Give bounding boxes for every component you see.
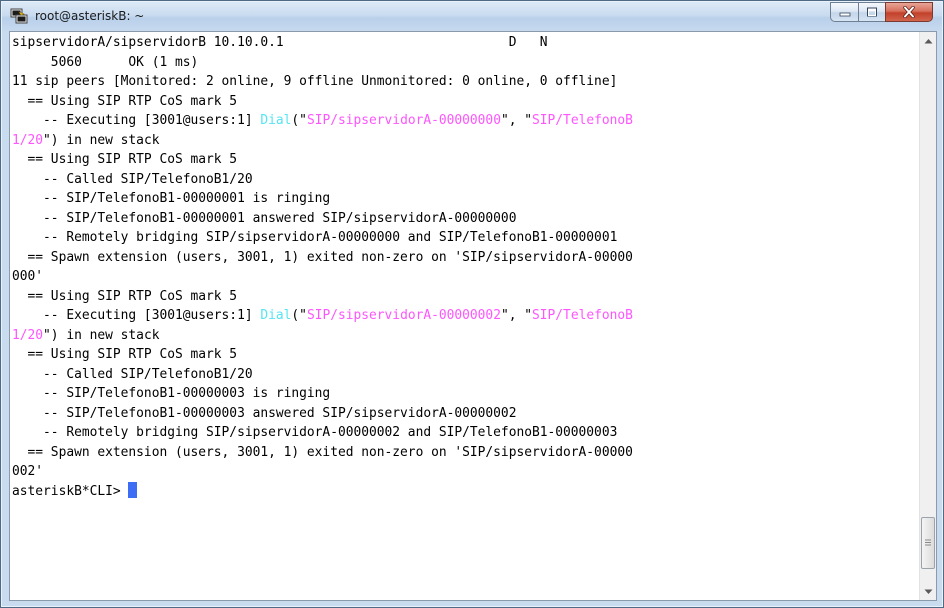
terminal-text: == Using SIP RTP CoS mark 5 [12, 347, 238, 362]
terminal-text: sipservidorA/sipservidorB 10.10.0.1 D N [12, 35, 548, 50]
cli-prompt: asteriskB*CLI> [12, 483, 129, 499]
scroll-down-button[interactable] [920, 583, 936, 600]
terminal-text: 002' [12, 464, 44, 479]
dial-argument: 1/20 [12, 327, 44, 343]
terminal-output[interactable]: sipservidorA/sipservidorB 10.10.0.1 D N … [12, 33, 919, 599]
terminal-text: == Using SIP RTP CoS mark 5 [12, 288, 238, 304]
terminal-line: -- SIP/TelefonoB1-00000001 is ringing [12, 189, 919, 209]
maximize-button[interactable] [858, 2, 885, 22]
dial-application-name: Dial [260, 113, 292, 128]
terminal-line: 000' [12, 267, 919, 287]
minimize-icon [839, 12, 850, 17]
scroll-up-arrow-icon [924, 38, 932, 43]
terminal-line: == Spawn extension (users, 3001, 1) exit… [12, 443, 919, 463]
terminal-line: 1/20") in new stack [12, 131, 919, 151]
terminal-text: -- Remotely bridging SIP/sipservidorA-00… [12, 425, 618, 440]
terminal-line: -- SIP/TelefonoB1-00000001 answered SIP/… [12, 209, 919, 229]
vertical-scrollbar[interactable] [919, 32, 936, 600]
terminal-text: == Spawn extension (users, 3001, 1) exit… [12, 249, 633, 265]
terminal-text: -- Executing [3001@users:1] [12, 113, 261, 128]
dial-argument: SIP/TelefonoB [532, 308, 633, 323]
terminal-line: -- Executing [3001@users:1] Dial("SIP/si… [12, 306, 919, 326]
terminal-text: -- SIP/TelefonoB1-00000003 is ringing [12, 386, 331, 401]
terminal-text: -- SIP/TelefonoB1-00000001 is ringing [12, 191, 331, 206]
terminal-text: ") in new stack [43, 132, 160, 148]
terminal-line: 11 sip peers [Monitored: 2 online, 9 off… [12, 72, 919, 92]
terminal-text: == Using SIP RTP CoS mark 5 [12, 152, 238, 167]
text-cursor [128, 481, 138, 498]
terminal-line: -- SIP/TelefonoB1-00000003 is ringing [12, 384, 919, 404]
terminal-text: -- SIP/TelefonoB1-00000003 answered SIP/… [12, 405, 517, 421]
terminal-line: == Using SIP RTP CoS mark 5 [12, 345, 919, 365]
dial-argument: 1/20 [12, 132, 44, 148]
terminal-text: 11 sip peers [Monitored: 2 online, 9 off… [12, 74, 618, 89]
window-title: root@asteriskB: ~ [35, 9, 145, 23]
terminal-line: == Using SIP RTP CoS mark 5 [12, 92, 919, 112]
grip-icon [925, 539, 931, 546]
terminal-text: == Spawn extension (users, 3001, 1) exit… [12, 444, 633, 460]
terminal-text: == Using SIP RTP CoS mark 5 [12, 93, 238, 109]
minimize-button[interactable] [830, 2, 858, 22]
terminal-text: -- SIP/TelefonoB1-00000001 answered SIP/… [12, 210, 517, 226]
dial-argument: SIP/sipservidorA-00000002 [306, 308, 501, 323]
terminal-line: 5060 OK (1 ms) [12, 53, 919, 73]
terminal-line: -- Executing [3001@users:1] Dial("SIP/si… [12, 111, 919, 131]
terminal-line: == Using SIP RTP CoS mark 5 [12, 287, 919, 307]
dial-argument: SIP/TelefonoB [532, 113, 633, 128]
terminal-line: == Using SIP RTP CoS mark 5 [12, 150, 919, 170]
scroll-down-arrow-icon [924, 589, 932, 594]
terminal-line: 002' [12, 462, 919, 482]
terminal-text: ") in new stack [43, 327, 160, 343]
terminal-line: -- Remotely bridging SIP/sipservidorA-00… [12, 228, 919, 248]
terminal-text: -- Called SIP/TelefonoB1/20 [12, 171, 253, 187]
dial-application-name: Dial [260, 308, 292, 323]
terminal-window: root@asteriskB: ~ sipservidorA/sipservid… [0, 0, 944, 608]
scrollbar-thumb[interactable] [921, 516, 935, 569]
terminal-text: ", " [500, 308, 533, 323]
cli-prompt-line[interactable]: asteriskB*CLI> [12, 481, 919, 502]
terminal-text: ", " [500, 113, 533, 128]
terminal-text: 5060 OK (1 ms) [12, 54, 199, 70]
scroll-up-button[interactable] [920, 32, 936, 49]
terminal-text: -- Executing [3001@users:1] [12, 308, 261, 323]
terminal-text: -- Called SIP/TelefonoB1/20 [12, 366, 253, 382]
terminal-text: (" [291, 113, 307, 128]
maximize-icon [867, 7, 877, 17]
terminal-line: 1/20") in new stack [12, 326, 919, 346]
title-bar[interactable]: root@asteriskB: ~ [2, 2, 942, 31]
putty-terminal-icon[interactable] [10, 8, 28, 25]
terminal-text: (" [291, 308, 307, 323]
dial-argument: SIP/sipservidorA-00000000 [306, 113, 501, 128]
terminal-line: -- Called SIP/TelefonoB1/20 [12, 170, 919, 190]
terminal-line: == Spawn extension (users, 3001, 1) exit… [12, 248, 919, 268]
terminal-text: -- Remotely bridging SIP/sipservidorA-00… [12, 230, 618, 245]
terminal-line: -- Remotely bridging SIP/sipservidorA-00… [12, 423, 919, 443]
terminal-client-area: sipservidorA/sipservidorB 10.10.0.1 D N … [9, 31, 937, 601]
close-icon [903, 6, 915, 18]
terminal-line: -- Called SIP/TelefonoB1/20 [12, 365, 919, 385]
terminal-text: 000' [12, 269, 44, 284]
terminal-line: -- SIP/TelefonoB1-00000003 answered SIP/… [12, 404, 919, 424]
close-button[interactable] [885, 2, 933, 22]
terminal-line: sipservidorA/sipservidorB 10.10.0.1 D N [12, 33, 919, 53]
